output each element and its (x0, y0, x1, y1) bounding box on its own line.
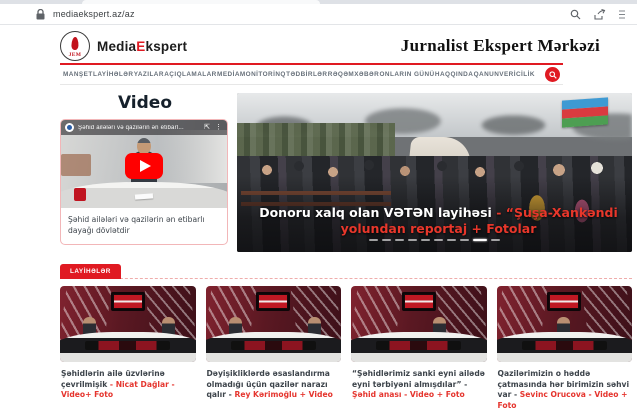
nav-item-haqqinda[interactable]: HAQQINDA (435, 71, 473, 78)
site-header: JEM MediaEkspert Jurnalist Ekspert Mərkə… (60, 28, 600, 64)
video-section: Video Şəhid ailələri və qazilərin ən eti… (60, 93, 230, 245)
project-thumbnail[interactable] (60, 286, 196, 362)
studio-desk (60, 332, 196, 362)
nav-item-qanunveri̇ci̇li̇k[interactable]: QANUNVERİCİLİK (474, 71, 535, 78)
play-button[interactable] (125, 153, 163, 179)
video-caption[interactable]: Şəhid ailələri və qazilərin ən etibarlı … (61, 208, 227, 244)
carousel-dash[interactable] (434, 239, 443, 241)
project-thumbnail[interactable] (351, 286, 487, 362)
nav-item-layi̇hələr[interactable]: LAYİHƏLƏR (93, 71, 133, 78)
card-caption[interactable]: Şəhidlərin ailə üzvlərinə çevrilmişik - … (61, 369, 195, 401)
magnifier-icon (549, 71, 557, 79)
carousel-dash[interactable] (460, 239, 469, 241)
brand-prefix: Media (97, 39, 136, 54)
site-title: Jurnalist Ekspert Mərkəzi (401, 36, 600, 56)
studio-screen (547, 292, 581, 311)
site-logo[interactable]: JEM MediaEkspert (60, 31, 187, 61)
brand-suffix: kspert (145, 39, 187, 54)
jem-emblem-icon: JEM (60, 31, 90, 61)
nav-item-açiqlamalar[interactable]: AÇIQLAMALAR (164, 71, 217, 78)
kebab-menu-icon[interactable]: ⋮ (215, 124, 223, 131)
carousel-indicators (237, 239, 632, 241)
projects-section-header: LAYİHƏLƏR (60, 262, 632, 279)
featured-slide[interactable]: Donoru xalq olan VƏTƏN layihəsi - “Şuşa-… (237, 93, 632, 252)
carousel-dash[interactable] (408, 239, 417, 241)
carousel-dash[interactable] (395, 239, 404, 241)
project-card[interactable]: “Şəhidlərimiz sanki eyni ailədə eyni tər… (351, 286, 487, 411)
nav-list: MANŞETLAYİHƏLƏRYAZILARAÇIQLAMALARMEDİAMO… (63, 71, 545, 78)
magnifier-icon[interactable] (570, 9, 581, 20)
video-player[interactable]: Şəhid ailələri və qazilərin ən etibarl..… (61, 120, 227, 208)
studio-screen (111, 292, 145, 311)
project-card[interactable]: Qazilərimizin o həddə çatmasında hər bir… (497, 286, 633, 411)
nav-item-rəqəmxəbər[interactable]: RƏQƏMXƏBƏR (328, 71, 379, 78)
channel-avatar[interactable] (65, 123, 74, 132)
main-nav: MANŞETLAYİHƏLƏRYAZILARAÇIQLAMALARMEDİAMO… (60, 63, 563, 85)
player-video-title[interactable]: Şəhid ailələri və qazilərin ən etibarl..… (78, 125, 200, 131)
browser-edge-icon[interactable] (619, 9, 625, 20)
url-text[interactable]: mediaekspert.az/az (53, 9, 135, 19)
azerbaijan-flag (562, 97, 608, 127)
nav-item-tədbi̇rlər[interactable]: TƏDBİRLƏR (286, 71, 327, 78)
carousel-dash[interactable] (447, 239, 456, 241)
nav-item-medi̇amoni̇tori̇nq[interactable]: MEDİAMONİTORİNQ (217, 71, 286, 78)
share-icon[interactable] (594, 9, 606, 20)
video-heading: Video (60, 93, 230, 113)
channel-logo (74, 188, 86, 201)
project-card[interactable]: Şəhidlərin ailə üzvlərinə çevrilmişik - … (60, 286, 196, 411)
player-titlebar: Şəhid ailələri və qazilərin ən etibarl..… (61, 120, 227, 135)
featured-title-white: Donoru xalq olan VƏTƏN layihəsi (259, 205, 496, 220)
carousel-dash[interactable] (491, 239, 500, 241)
carousel-dash[interactable] (421, 239, 430, 241)
carousel-dash[interactable] (473, 239, 487, 241)
card-caption[interactable]: Dəyişikliklərdə əsaslandırma olmadığı üç… (207, 369, 341, 401)
studio-desk (351, 332, 487, 362)
studio-screen (256, 292, 290, 311)
project-thumbnail[interactable] (206, 286, 342, 362)
brand-name: MediaEkspert (97, 39, 187, 54)
share-icon[interactable]: ⇱ (204, 124, 211, 131)
video-card[interactable]: Şəhid ailələri və qazilərin ən etibarl..… (60, 119, 228, 245)
featured-caption[interactable]: Donoru xalq olan VƏTƏN layihəsi - “Şuşa-… (259, 205, 618, 236)
studio-screen (402, 292, 436, 311)
address-bar[interactable]: mediaekspert.az/az (0, 4, 637, 24)
card-author-link[interactable]: Rey Kərimoğlu + Video (234, 390, 332, 399)
carousel-dash[interactable] (369, 239, 378, 241)
studio-backdrop (157, 130, 227, 183)
project-thumbnail[interactable] (497, 286, 633, 362)
card-author-link[interactable]: Şəhid anası - Video + Foto (352, 390, 465, 399)
projects-card-row: Şəhidlərin ailə üzvlərinə çevrilmişik - … (60, 286, 632, 411)
nav-item-yazilar[interactable]: YAZILAR (134, 71, 164, 78)
studio-desk (497, 332, 633, 362)
studio-shelf (61, 154, 91, 176)
studio-desk (206, 332, 342, 362)
emblem-text: JEM (61, 52, 89, 58)
search-button[interactable] (545, 67, 560, 82)
carousel-dash[interactable] (382, 239, 391, 241)
browser-actions (570, 9, 627, 20)
projects-badge[interactable]: LAYİHƏLƏR (60, 264, 121, 279)
card-title: “Şəhidlərimiz sanki eyni ailədə eyni tər… (352, 369, 485, 389)
card-caption[interactable]: “Şəhidlərimiz sanki eyni ailədə eyni tər… (352, 369, 486, 401)
nav-item-onlarin-günü[interactable]: ONLARIN GÜNÜ (380, 71, 435, 78)
nav-item-manşet[interactable]: MANŞET (63, 71, 93, 78)
browser-chrome: mediaekspert.az/az (0, 0, 637, 25)
project-card[interactable]: Dəyişikliklərdə əsaslandırma olmadığı üç… (206, 286, 342, 411)
card-caption[interactable]: Qazilərimizin o həddə çatmasında hər bir… (498, 369, 632, 411)
page: mediaekspert.az/az JEM MediaEkspert (0, 0, 637, 400)
lock-icon[interactable] (36, 9, 45, 20)
quill-icon (71, 37, 78, 50)
